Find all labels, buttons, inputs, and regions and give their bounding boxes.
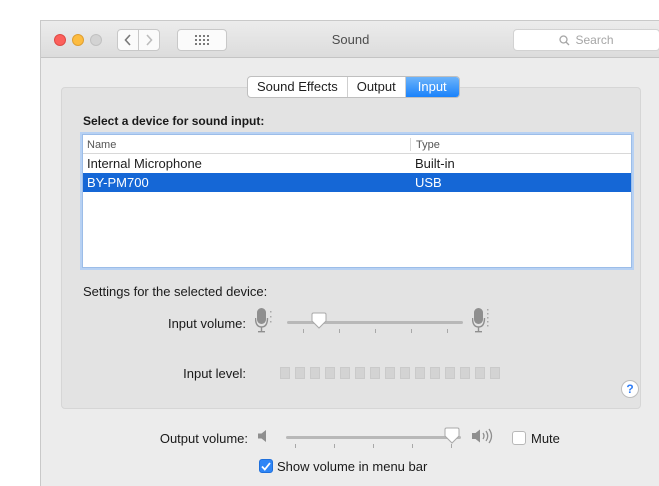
table-header: Name Type — [83, 135, 631, 154]
input-level-segment — [400, 367, 410, 379]
input-level-segment — [430, 367, 440, 379]
output-volume-knob[interactable] — [443, 427, 461, 445]
search-placeholder: Search — [575, 33, 614, 47]
slider-tick — [303, 329, 304, 333]
device-type: Built-in — [415, 156, 455, 171]
checkmark-icon — [261, 461, 271, 471]
column-header-type[interactable]: Type — [416, 139, 440, 151]
slider-tick — [339, 329, 340, 333]
input-level-segment — [370, 367, 380, 379]
help-button[interactable]: ? — [621, 380, 639, 398]
mute-checkbox[interactable] — [512, 431, 526, 445]
input-level-segment — [460, 367, 470, 379]
column-divider — [410, 138, 411, 151]
mute-label: Mute — [531, 431, 560, 446]
tab-sound-effects[interactable]: Sound Effects — [248, 77, 348, 97]
input-volume-knob[interactable] — [310, 312, 328, 330]
input-panel: Select a device for sound input: Name Ty… — [61, 87, 641, 409]
microphone-low-icon — [255, 308, 272, 333]
slider-tick — [412, 444, 413, 448]
tab-output[interactable]: Output — [348, 77, 406, 97]
input-level-segment — [445, 367, 455, 379]
input-level-segment — [295, 367, 305, 379]
slider-tick — [295, 444, 296, 448]
slider-tick — [373, 444, 374, 448]
input-level-meter — [280, 367, 500, 379]
show-volume-label: Show volume in menu bar — [277, 459, 428, 474]
output-volume-track — [286, 436, 461, 439]
slider-tick — [375, 329, 376, 333]
search-icon — [559, 34, 570, 45]
column-header-name[interactable]: Name — [87, 139, 116, 151]
sound-preferences-window: Sound Search Sound Effects Output Input … — [40, 20, 659, 486]
input-level-segment — [280, 367, 290, 379]
input-level-segment — [385, 367, 395, 379]
device-name: BY-PM700 — [87, 175, 149, 190]
title-bar: Sound Search — [41, 21, 659, 58]
input-level-segment — [490, 367, 500, 379]
speaker-low-icon — [258, 430, 266, 442]
input-level-segment — [325, 367, 335, 379]
input-level-label: Input level: — [183, 366, 246, 381]
show-volume-checkbox[interactable] — [259, 459, 273, 473]
slider-tick — [411, 329, 412, 333]
slider-tick — [447, 329, 448, 333]
tab-bar: Sound Effects Output Input — [247, 76, 460, 98]
input-level-segment — [355, 367, 365, 379]
input-level-segment — [340, 367, 350, 379]
table-row[interactable]: Internal Microphone Built-in — [83, 154, 631, 173]
table-row-selected[interactable]: BY-PM700 USB — [83, 173, 631, 192]
microphone-high-icon — [472, 308, 489, 333]
device-type: USB — [415, 175, 442, 190]
input-level-segment — [475, 367, 485, 379]
settings-label: Settings for the selected device: — [83, 284, 268, 299]
output-volume-label: Output volume: — [159, 431, 248, 446]
tab-input[interactable]: Input — [405, 77, 459, 97]
device-name: Internal Microphone — [87, 156, 202, 171]
input-level-segment — [415, 367, 425, 379]
input-level-segment — [310, 367, 320, 379]
speaker-high-icon — [472, 428, 493, 444]
search-field[interactable]: Search — [513, 29, 659, 51]
slider-tick — [334, 444, 335, 448]
input-device-table[interactable]: Name Type Internal Microphone Built-in B… — [82, 134, 632, 268]
input-volume-label: Input volume: — [167, 316, 246, 331]
select-device-label: Select a device for sound input: — [83, 114, 265, 128]
